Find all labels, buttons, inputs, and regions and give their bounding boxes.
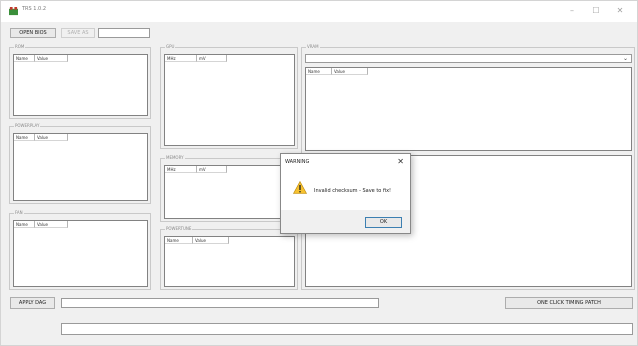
vram-list[interactable]: Name Value bbox=[305, 67, 632, 151]
bios-name-field[interactable] bbox=[98, 28, 150, 38]
powerplay-col-value[interactable]: Value bbox=[35, 134, 68, 141]
powertune-list[interactable]: Name Value bbox=[164, 236, 295, 287]
gpu-col-mhz[interactable]: MHz bbox=[165, 55, 197, 62]
fan-group-label: FAN bbox=[14, 210, 24, 216]
rom-col-value[interactable]: Value bbox=[35, 55, 68, 62]
vram-combo[interactable]: ⌄ bbox=[305, 54, 632, 63]
vram-col-value[interactable]: Value bbox=[332, 68, 368, 75]
dialog-body: Invalid checksum - Save to fix! bbox=[281, 170, 410, 210]
close-button[interactable]: ✕ bbox=[613, 5, 627, 17]
dialog-message: Invalid checksum - Save to fix! bbox=[314, 188, 392, 194]
title-bar: TRS 1.0.2 – ☐ ✕ bbox=[1, 1, 637, 22]
powerplay-group-label: POWERPLAY bbox=[14, 123, 41, 129]
fan-group: FAN Name Value bbox=[9, 210, 151, 290]
open-bios-button[interactable]: OPEN BIOS bbox=[10, 28, 56, 38]
vram-group-label: VRAM bbox=[306, 44, 320, 50]
warning-dialog: WARNING ✕ Invalid checksum - Save to fix… bbox=[280, 153, 411, 234]
one-click-timing-patch-button[interactable]: ONE CLICK TIMING PATCH bbox=[505, 297, 633, 309]
app-icon bbox=[9, 7, 18, 16]
apply-dag-button[interactable]: APPLY DAG bbox=[10, 297, 55, 309]
gpu-group: GPU MHz mV bbox=[160, 44, 298, 149]
minimize-button[interactable]: – bbox=[565, 5, 579, 17]
gpu-col-mv[interactable]: mV bbox=[197, 55, 227, 62]
powertune-col-value[interactable]: Value bbox=[193, 237, 229, 244]
powertune-col-name[interactable]: Name bbox=[165, 237, 193, 244]
vram-col-name[interactable]: Name bbox=[306, 68, 332, 75]
fan-col-name[interactable]: Name bbox=[14, 221, 35, 228]
fan-col-value[interactable]: Value bbox=[35, 221, 68, 228]
gpu-group-label: GPU bbox=[165, 44, 176, 50]
powerplay-col-name[interactable]: Name bbox=[14, 134, 35, 141]
memory-col-mhz[interactable]: MHz bbox=[165, 166, 197, 173]
status-field bbox=[61, 323, 633, 335]
memory-group-label: MEMORY bbox=[165, 155, 185, 161]
dialog-title-bar: WARNING ✕ bbox=[281, 154, 410, 170]
powertune-group: POWERTUNE Name Value bbox=[160, 226, 298, 290]
fan-list[interactable]: Name Value bbox=[13, 220, 148, 287]
rom-list[interactable]: Name Value bbox=[13, 54, 148, 116]
save-as-button[interactable]: SAVE AS bbox=[61, 28, 95, 38]
powerplay-group: POWERPLAY Name Value bbox=[9, 123, 151, 204]
rom-group-label: ROM bbox=[14, 44, 26, 50]
memory-list[interactable]: MHz mV bbox=[164, 165, 295, 219]
maximize-button[interactable]: ☐ bbox=[589, 5, 603, 17]
memory-group: MEMORY MHz mV bbox=[160, 155, 298, 222]
dag-path-field[interactable] bbox=[61, 298, 379, 308]
window-title: TRS 1.0.2 bbox=[22, 6, 47, 12]
powerplay-list[interactable]: Name Value bbox=[13, 133, 148, 201]
dialog-close-button[interactable]: ✕ bbox=[397, 157, 404, 166]
memory-col-mv[interactable]: mV bbox=[197, 166, 227, 173]
dialog-title: WARNING bbox=[285, 159, 310, 165]
chevron-down-icon: ⌄ bbox=[622, 55, 628, 62]
warning-icon bbox=[293, 181, 307, 194]
gpu-list[interactable]: MHz mV bbox=[164, 54, 295, 146]
main-window: TRS 1.0.2 – ☐ ✕ OPEN BIOS SAVE AS ROM Na… bbox=[0, 0, 638, 346]
ok-button[interactable]: OK bbox=[365, 217, 402, 228]
rom-col-name[interactable]: Name bbox=[14, 55, 35, 62]
rom-group: ROM Name Value bbox=[9, 44, 151, 119]
powertune-group-label: POWERTUNE bbox=[165, 226, 193, 232]
